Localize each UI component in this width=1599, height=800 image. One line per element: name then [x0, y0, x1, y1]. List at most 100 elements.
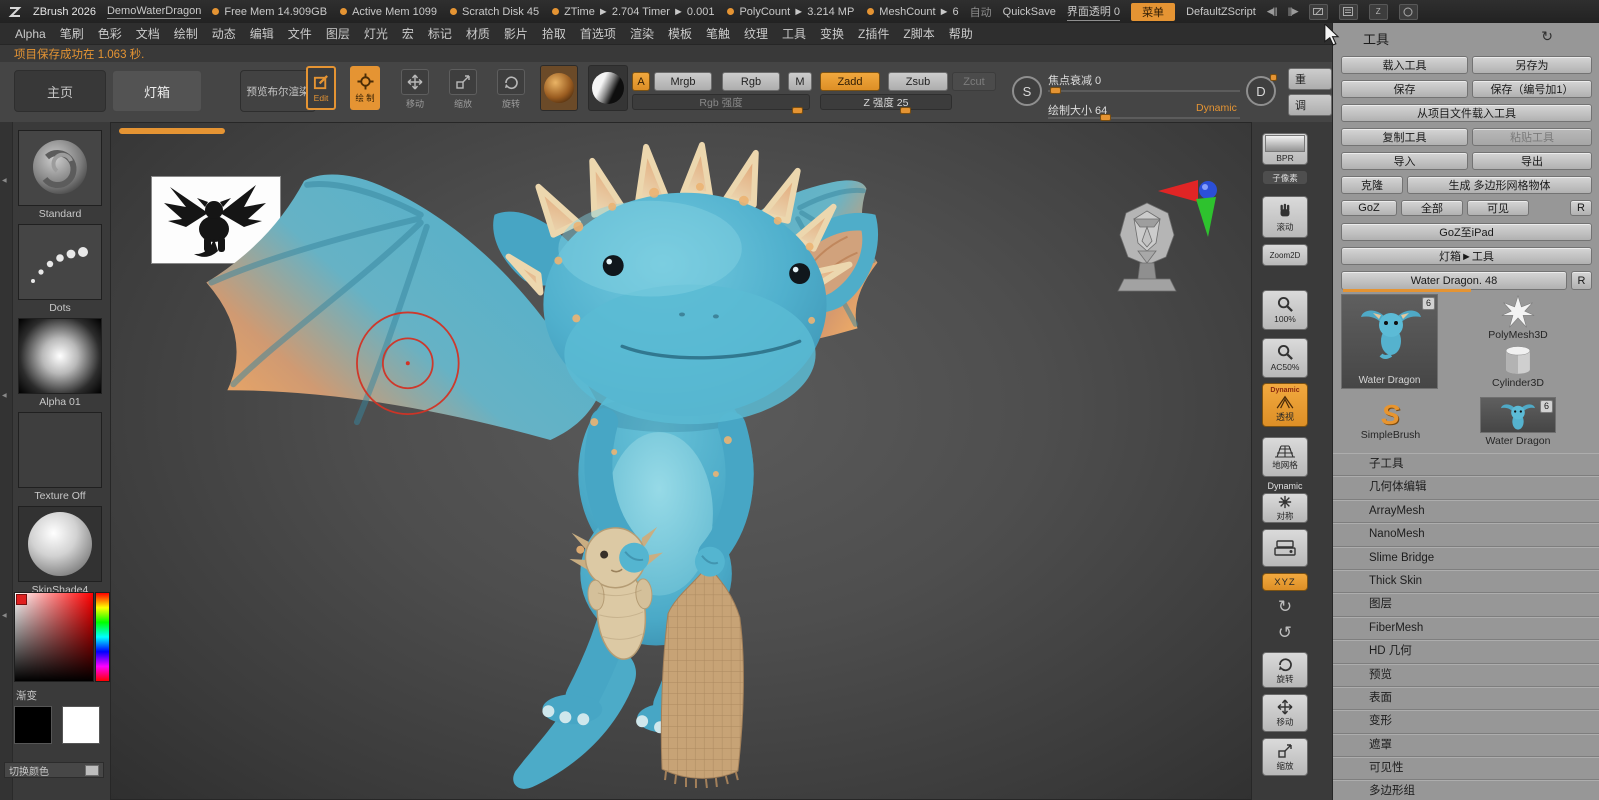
menu-item[interactable]: 灯光	[357, 22, 395, 45]
zscript-icon[interactable]: Z	[1369, 4, 1388, 20]
save-as-button[interactable]: 另存为	[1472, 56, 1592, 74]
current-brush-thumb[interactable]	[18, 130, 102, 206]
subpalette-header[interactable]: 可见性	[1333, 757, 1599, 780]
tray-arrow-icon[interactable]: ◀	[2, 392, 7, 399]
export-button[interactable]: 导出	[1472, 152, 1592, 170]
xyz-button[interactable]: XYZ	[1262, 573, 1308, 591]
tray-arrow-icon[interactable]: ◀	[2, 612, 7, 619]
project-name[interactable]: DemoWaterDragon	[107, 5, 201, 19]
save-numbered-button[interactable]: 保存（编号加1）	[1472, 80, 1592, 98]
lightbox-tool-button[interactable]: 灯箱►工具	[1341, 247, 1592, 265]
load-from-project-button[interactable]: 从项目文件载入工具	[1341, 104, 1592, 122]
seek-right-icon[interactable]: |||▶	[1288, 6, 1298, 17]
menu-item[interactable]: 绘制	[167, 22, 205, 45]
rgb-intensity-handle[interactable]	[792, 107, 803, 114]
current-stroke-type-thumb[interactable]	[18, 224, 102, 300]
move-button[interactable]: 移动	[398, 69, 432, 110]
menu-item[interactable]: 材质	[459, 22, 497, 45]
scale-canvas-button[interactable]: 缩放	[1262, 738, 1308, 776]
menu-item[interactable]: 模板	[661, 22, 699, 45]
subpalette-header[interactable]: 子工具	[1333, 453, 1599, 476]
polymesh3d-tool[interactable]: PolyMesh3D	[1443, 295, 1593, 343]
menu-item[interactable]: Z插件	[851, 22, 896, 45]
zsub-button[interactable]: Zsub	[888, 72, 948, 91]
menu-item[interactable]: 动态	[205, 22, 243, 45]
rotate-canvas-button[interactable]: 旋转	[1262, 652, 1308, 688]
subpalette-header[interactable]: 几何体编辑	[1333, 476, 1599, 499]
menu-item[interactable]: 宏	[395, 22, 421, 45]
simplebrush-tool[interactable]: S SimpleBrush	[1341, 395, 1440, 447]
copy-tool-button[interactable]: 复制工具	[1341, 128, 1468, 146]
axis-gizmo[interactable]	[1156, 175, 1236, 239]
current-alpha-thumb[interactable]	[18, 318, 102, 394]
water-dragon-model[interactable]	[111, 123, 1251, 799]
subpalette-header[interactable]: NanoMesh	[1333, 523, 1599, 546]
z-intensity-handle[interactable]	[900, 107, 911, 114]
menu-item[interactable]: 首选项	[573, 22, 623, 45]
rgb-button[interactable]: Rgb	[722, 72, 780, 91]
subpalette-header[interactable]: FiberMesh	[1333, 617, 1599, 640]
menu-button[interactable]: 菜单	[1131, 3, 1175, 21]
z-intensity-slider[interactable]: Z 强度 25	[820, 94, 952, 110]
subpalette-header[interactable]: ArrayMesh	[1333, 500, 1599, 523]
subpalette-header[interactable]: HD 几何	[1333, 640, 1599, 663]
subpalette-header[interactable]: 多边形组	[1333, 780, 1599, 800]
menu-item[interactable]: 拾取	[535, 22, 573, 45]
menu-item[interactable]: 帮助	[942, 22, 980, 45]
goz-all-button[interactable]: 全部	[1401, 200, 1463, 216]
menu-item[interactable]: Z脚本	[896, 22, 941, 45]
goz-r-button[interactable]: R	[1570, 200, 1592, 216]
draw-size-handle[interactable]	[1100, 114, 1111, 121]
dynamic-label[interactable]: Dynamic	[1196, 102, 1237, 114]
perspective-button[interactable]: Dynamic 透视	[1262, 383, 1308, 427]
gradient-label[interactable]: 渐变	[0, 688, 76, 703]
menu-item[interactable]: 文档	[129, 22, 167, 45]
mrgb-button[interactable]: Mrgb	[654, 72, 712, 91]
menu-item[interactable]: 文件	[281, 22, 319, 45]
menu-item[interactable]: 笔触	[699, 22, 737, 45]
tab-preview-boolean[interactable]: 预览布尔渲染	[240, 70, 316, 112]
active-tool-slider[interactable]: Water Dragon. 48	[1341, 271, 1567, 290]
aa-half-button[interactable]: AC50%	[1262, 338, 1308, 378]
tray-arrow-icon[interactable]: ◀	[2, 177, 7, 184]
menu-item[interactable]: 渲染	[623, 22, 661, 45]
current-stroke-thumb[interactable]	[588, 65, 628, 111]
rotate-button[interactable]: 旋转	[494, 69, 528, 110]
focal-shift-track[interactable]	[1048, 90, 1240, 92]
menu-item[interactable]: Alpha	[8, 24, 53, 44]
goz-visible-button[interactable]: 可见	[1467, 200, 1529, 216]
tab-lightbox[interactable]: 灯箱	[112, 70, 202, 112]
menu-item[interactable]: 工具	[775, 22, 813, 45]
menu-item[interactable]: 笔刷	[53, 22, 91, 45]
secondary-color-swatch[interactable]	[62, 706, 100, 744]
spin-ccw-icon[interactable]: ↺	[1262, 624, 1308, 641]
seek-left-icon[interactable]: ◀|||	[1267, 6, 1277, 17]
active-tool-thumb[interactable]: 6 Water Dragon	[1341, 294, 1438, 389]
draw-size-track[interactable]	[1048, 117, 1240, 119]
menu-item[interactable]: 编辑	[243, 22, 281, 45]
zscript-label[interactable]: DefaultZScript	[1186, 6, 1256, 18]
hue-strip[interactable]	[95, 592, 110, 682]
paste-tool-button[interactable]: 粘贴工具	[1472, 128, 1592, 146]
actual-size-button[interactable]: 100%	[1262, 290, 1308, 330]
import-button[interactable]: 导入	[1341, 152, 1468, 170]
subpalette-header[interactable]: 变形	[1333, 710, 1599, 733]
note-icon[interactable]	[1339, 4, 1358, 20]
subpalette-header[interactable]: 表面	[1333, 687, 1599, 710]
local-symmetry-button[interactable]: 对称	[1262, 493, 1308, 523]
subpalette-header[interactable]: 预览	[1333, 664, 1599, 687]
pen-tablet-icon[interactable]	[1309, 4, 1328, 20]
bpr-button[interactable]: BPR	[1262, 133, 1308, 165]
zadd-button[interactable]: Zadd	[820, 72, 880, 91]
menu-item[interactable]: 标记	[421, 22, 459, 45]
menu-item[interactable]: 纹理	[737, 22, 775, 45]
color-picker-sv-square[interactable]	[14, 592, 94, 682]
active-tool-r-button[interactable]: R	[1571, 271, 1592, 290]
goz-ipad-button[interactable]: GoZ至iPad	[1341, 223, 1592, 241]
sculptris-pro-toggle[interactable]: S	[1012, 76, 1042, 106]
ui-opacity-slider[interactable]: 界面透明 0	[1067, 3, 1120, 21]
timeline-icon[interactable]	[1399, 4, 1418, 20]
save-button[interactable]: 保存	[1341, 80, 1468, 98]
make-polymesh-button[interactable]: 生成 多边形网格物体	[1407, 176, 1592, 194]
menu-item[interactable]: 影片	[497, 22, 535, 45]
